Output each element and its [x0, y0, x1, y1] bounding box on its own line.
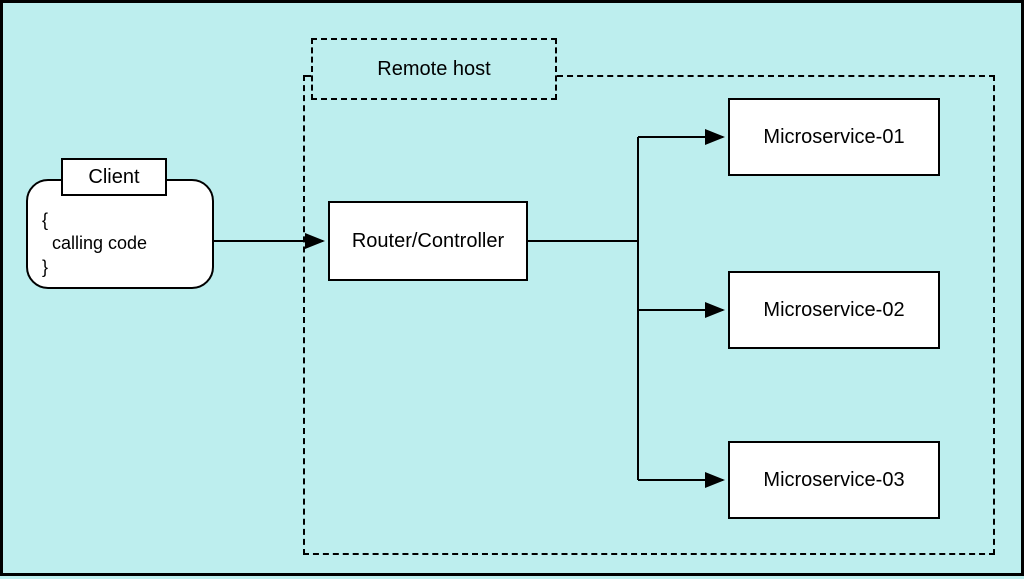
microservice-03-label: Microservice-03 — [763, 469, 904, 492]
code-brace-open: { — [42, 209, 200, 232]
microservice-02-label: Microservice-02 — [763, 299, 904, 322]
router-box: Router/Controller — [328, 201, 528, 281]
microservice-02-box: Microservice-02 — [728, 271, 940, 349]
microservice-01-label: Microservice-01 — [763, 126, 904, 149]
router-label: Router/Controller — [352, 230, 504, 253]
client-label: Client — [88, 166, 139, 189]
microservice-03-box: Microservice-03 — [728, 441, 940, 519]
client-label-box: Client — [61, 158, 167, 196]
code-body: calling code — [42, 232, 200, 255]
microservice-01-box: Microservice-01 — [728, 98, 940, 176]
code-brace-close: } — [42, 256, 200, 279]
